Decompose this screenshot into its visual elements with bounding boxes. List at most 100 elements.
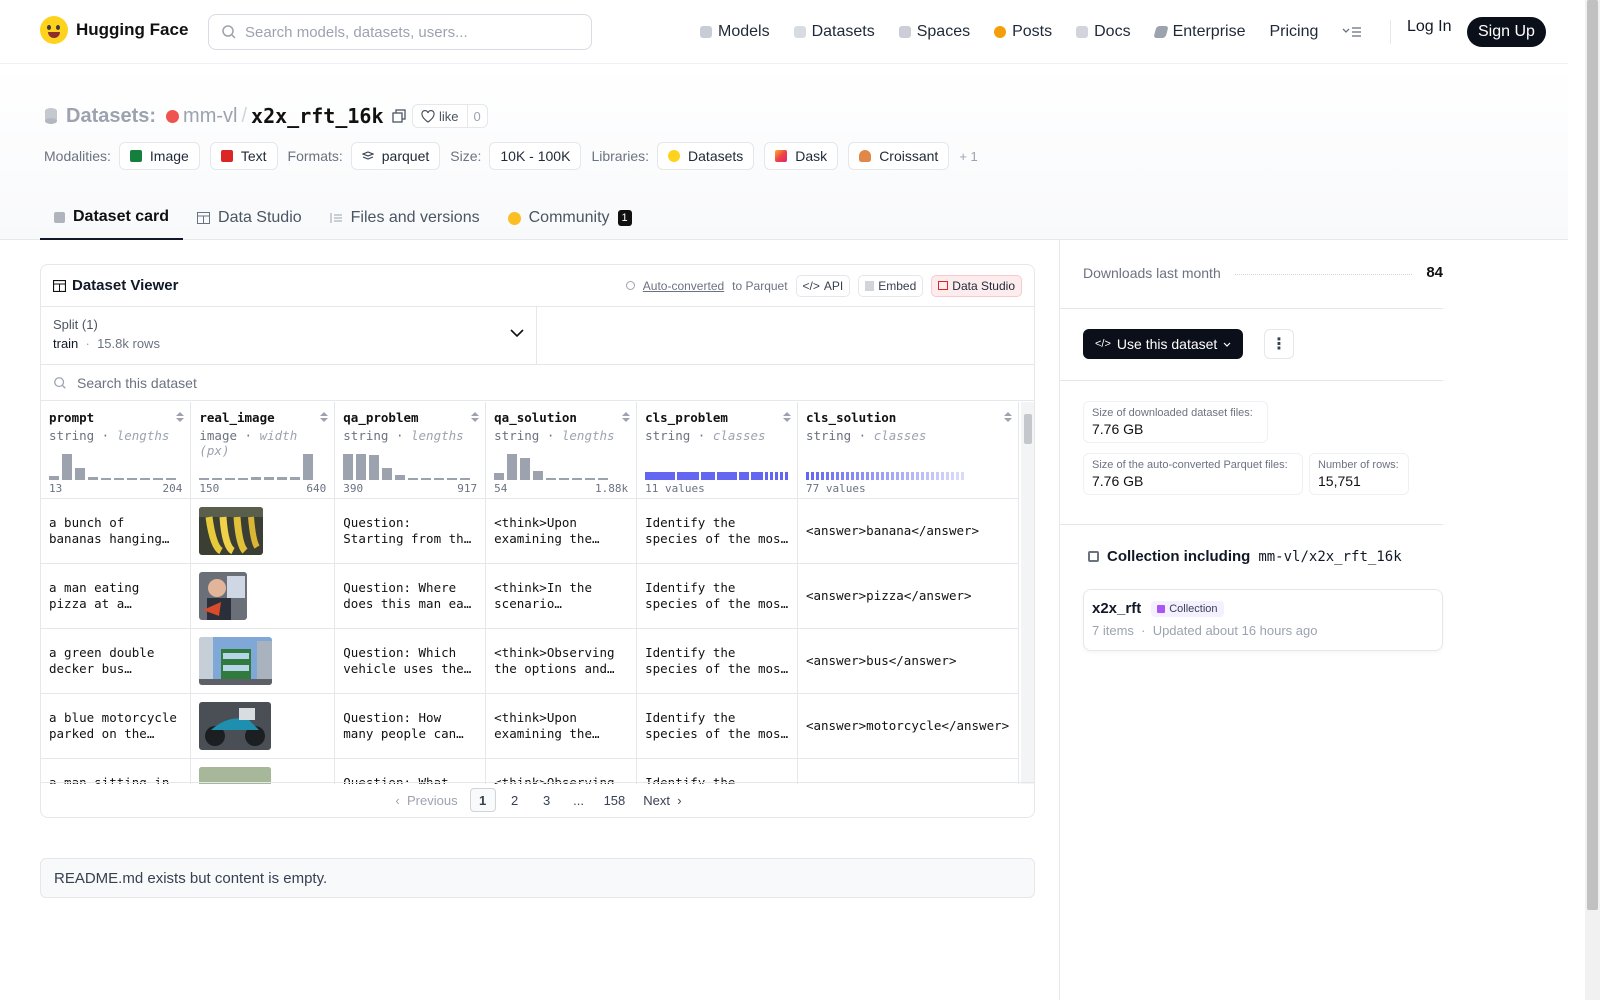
column-header-qa-problem[interactable]: qa_problem string · lengths 390 917 [334, 402, 487, 499]
nav-posts[interactable]: Posts [994, 23, 1052, 41]
previous-page-button[interactable]: ‹ Previous [389, 788, 463, 812]
brand-link[interactable]: Hugging Face [40, 16, 188, 44]
nav-enterprise[interactable]: Enterprise [1152, 23, 1245, 41]
cell-cls-solution[interactable]: <answer>motorcycle</answer> [797, 693, 1019, 759]
tag-croissant[interactable]: Croissant [848, 142, 950, 170]
copy-icon[interactable] [391, 109, 406, 123]
sort-icon[interactable] [176, 412, 185, 424]
global-search-input[interactable] [245, 23, 575, 41]
page-scrollbar[interactable] [1585, 0, 1600, 1000]
sort-icon[interactable] [471, 412, 480, 424]
nav-datasets[interactable]: Datasets [793, 23, 875, 41]
cell-real-image[interactable] [190, 498, 336, 564]
cell-real-image[interactable] [190, 758, 336, 784]
data-studio-button[interactable]: Data Studio [931, 274, 1022, 297]
nav-models[interactable]: Models [700, 23, 770, 41]
dataset-search-input[interactable] [77, 374, 577, 391]
row-image[interactable] [199, 571, 248, 620]
tag-parquet[interactable]: parquet [350, 142, 441, 170]
page-last-button[interactable]: 158 [598, 788, 632, 812]
cell-prompt[interactable]: a bunch of bananas hanging from a line [41, 498, 192, 564]
table-row[interactable]: a man eating pizza at a computer Question… [41, 563, 1019, 629]
tag-text[interactable]: Text [209, 142, 278, 170]
table-scrollbar-thumb[interactable] [1024, 414, 1032, 444]
column-header-cls-problem[interactable]: cls_problem string · classes 11 values [636, 402, 798, 499]
table-row[interactable]: a green double decker bus driving down t… [41, 628, 1019, 694]
nav-pricing[interactable]: Pricing [1269, 23, 1318, 41]
column-header-qa-solution[interactable]: qa_solution string · lengths 54 1.88k [485, 402, 638, 499]
page-scrollbar-thumb[interactable] [1587, 0, 1598, 910]
cell-cls-problem[interactable]: Identify the species of the most promine… [636, 628, 798, 694]
owner-avatar[interactable] [166, 109, 180, 123]
login-button[interactable]: Log In [1407, 18, 1451, 36]
table-row[interactable]: a bunch of bananas hanging from a line Qu… [41, 498, 1019, 564]
sort-icon[interactable] [622, 412, 631, 424]
cell-prompt[interactable]: a man sitting in a park [41, 758, 192, 784]
nav-spaces[interactable]: Spaces [898, 23, 970, 41]
cell-real-image[interactable] [190, 563, 336, 629]
nav-docs[interactable]: Docs [1076, 23, 1131, 41]
column-header-real-image[interactable]: real_image image · width (px) 150 640 [190, 402, 336, 499]
cell-qa-problem[interactable]: Question: How many people can ride... [334, 693, 487, 759]
column-header-prompt[interactable]: prompt string · lengths 13 204 [41, 402, 192, 499]
cell-prompt[interactable]: a man eating pizza at a computer [41, 563, 192, 629]
like-button[interactable]: like 0 [412, 104, 488, 128]
tab-data-studio[interactable]: Data Studio [183, 196, 316, 240]
cell-prompt[interactable]: a green double decker bus driving down t… [41, 628, 192, 694]
row-image[interactable] [199, 636, 273, 685]
dataset-search[interactable] [41, 365, 1034, 401]
cell-cls-solution[interactable]: <answer>banana</answer> [797, 498, 1019, 564]
cell-qa-solution[interactable]: <think>Upon examining the image... [485, 498, 638, 564]
sort-icon[interactable] [1004, 412, 1012, 424]
cell-qa-solution[interactable]: <think>Observing the options and the ima… [485, 628, 638, 694]
page-1-button[interactable]: 1 [469, 788, 496, 812]
global-search[interactable] [208, 14, 592, 50]
cell-cls-problem[interactable]: Identify the species of the most promine… [636, 758, 798, 784]
cell-qa-solution[interactable]: <think>Upon examining the image... [485, 693, 638, 759]
api-button[interactable]: </> API [795, 274, 851, 297]
cell-prompt[interactable]: a blue motorcycle parked on the street [41, 693, 192, 759]
tab-files[interactable]: Files and versions [316, 196, 494, 240]
cell-real-image[interactable] [190, 693, 336, 759]
signup-button[interactable]: Sign Up [1467, 17, 1546, 47]
column-header-cls-solution[interactable]: cls_solution string · classes 77 values [797, 402, 1019, 499]
cell-cls-problem[interactable]: Identify the species of the most promine… [636, 498, 798, 564]
table-row[interactable]: a man sitting in a park Question: What mo… [41, 758, 1019, 784]
tab-community[interactable]: Community 1 [494, 196, 646, 240]
owner-link[interactable]: mm-vl [183, 105, 237, 128]
cell-qa-solution[interactable]: <think>In the scenario presented... [485, 563, 638, 629]
sort-icon[interactable] [320, 412, 329, 424]
cell-qa-solution[interactable]: <think>Observing the scene... [485, 758, 638, 784]
tab-dataset-card[interactable]: Dataset card [40, 196, 184, 240]
cell-qa-problem[interactable]: Question: What mood does... [334, 758, 487, 784]
sort-icon[interactable] [782, 412, 791, 424]
use-dataset-button[interactable]: </> Use this dataset [1083, 329, 1244, 359]
more-libraries[interactable]: + 1 [959, 149, 977, 164]
cell-qa-problem[interactable]: Question: Starting from the right, which… [334, 498, 487, 564]
page-2-button[interactable]: 2 [502, 788, 528, 812]
cell-real-image[interactable] [190, 628, 336, 694]
tag-image[interactable]: Image [118, 142, 200, 170]
row-image[interactable] [199, 701, 272, 750]
row-image[interactable] [199, 506, 264, 555]
cell-qa-problem[interactable]: Question: Where does this man eat pizza.… [334, 563, 487, 629]
page-3-button[interactable]: 3 [534, 788, 560, 812]
cell-cls-problem[interactable]: Identify the species of the most promine… [636, 693, 798, 759]
nav-more-menu[interactable] [1342, 25, 1362, 39]
tag-dask[interactable]: Dask [764, 142, 839, 170]
split-selector[interactable]: Split (1) train · 15.8k rows [41, 307, 537, 364]
cell-cls-solution[interactable]: <answer>pizza</answer> [797, 563, 1019, 629]
tag-size[interactable]: 10K - 100K [489, 142, 582, 170]
collection-card[interactable]: x2x_rft Collection 7 items · Updated abo… [1083, 589, 1443, 651]
cell-cls-solution[interactable] [797, 758, 1019, 784]
embed-button[interactable]: Embed [858, 274, 924, 297]
tag-datasets-lib[interactable]: Datasets [657, 142, 755, 170]
table-row[interactable]: a blue motorcycle parked on the street Qu… [41, 693, 1019, 759]
next-page-button[interactable]: Next › [637, 788, 687, 812]
cell-cls-problem[interactable]: Identify the species of the most promine… [636, 563, 798, 629]
cell-qa-problem[interactable]: Question: Which vehicle uses the most... [334, 628, 487, 694]
cell-cls-solution[interactable]: <answer>bus</answer> [797, 628, 1019, 694]
repo-name[interactable]: x2x_rft_16k [251, 104, 383, 128]
table-scrollbar[interactable] [1021, 402, 1034, 784]
more-options-button[interactable]: ⋮ [1264, 329, 1294, 359]
